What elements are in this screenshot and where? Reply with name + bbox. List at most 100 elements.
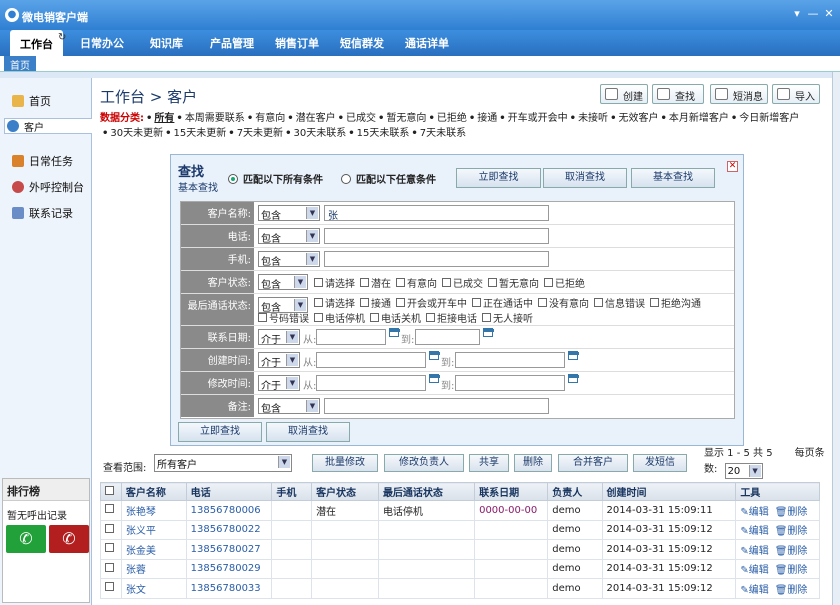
bulk-edit-button[interactable]: 批量修改 xyxy=(312,454,378,472)
filter-checkbox[interactable]: 接通 xyxy=(360,295,391,310)
cancel-search-button[interactable]: 取消查找 xyxy=(543,168,627,188)
sidebar-item-home[interactable]: 首页 xyxy=(4,88,92,114)
status-operator-select[interactable]: 包含 ▼ xyxy=(258,274,308,291)
filter-checkbox[interactable]: 已拒绝 xyxy=(544,275,585,290)
category-item[interactable]: 今日新增客户 xyxy=(739,113,799,124)
column-header[interactable]: 工具 xyxy=(735,482,820,501)
sidebar-item-outbound[interactable]: 外呼控制台 xyxy=(4,174,92,200)
edit-link[interactable]: ✎编辑 xyxy=(740,565,768,576)
category-item[interactable]: 本周需要联系 xyxy=(185,113,245,124)
name-operator-select[interactable]: 包含 ▼ xyxy=(258,205,320,222)
modified-to[interactable] xyxy=(455,375,565,391)
menu-sms[interactable]: 短信群发 xyxy=(340,35,384,51)
mobile-input[interactable] xyxy=(324,251,549,267)
menu-workbench[interactable]: 工作台 xyxy=(10,30,63,57)
category-item[interactable]: 30天未更新 xyxy=(110,128,163,139)
category-item[interactable]: 无效客户 xyxy=(618,113,658,124)
edit-link[interactable]: ✎编辑 xyxy=(740,585,768,596)
hangup-button[interactable]: ✆ xyxy=(49,525,89,553)
filter-checkbox[interactable]: 已成交 xyxy=(442,275,483,290)
search-now-button-bottom[interactable]: 立即查找 xyxy=(178,422,262,442)
name-input[interactable]: 张 xyxy=(324,205,549,222)
row-checkbox[interactable] xyxy=(105,504,114,514)
calendar-icon[interactable] xyxy=(568,351,579,360)
customer-name-link[interactable]: 张金美 xyxy=(120,539,187,560)
calendar-icon[interactable] xyxy=(429,351,440,360)
calendar-icon[interactable] xyxy=(429,374,440,383)
category-item[interactable]: 已成交 xyxy=(346,113,376,124)
filter-checkbox[interactable]: 潜在 xyxy=(360,275,391,290)
table-row[interactable]: 张义平 13856780022 demo 2014-03-31 15:09:12… xyxy=(100,519,820,540)
remark-operator-select[interactable]: 包含 ▼ xyxy=(258,398,320,415)
phone-link[interactable]: 13856780029 xyxy=(185,558,273,579)
sidebar-item-customers[interactable]: 客户 xyxy=(4,118,92,134)
delete-link[interactable]: 🗑删除 xyxy=(775,507,808,518)
mobile-operator-select[interactable]: 包含 ▼ xyxy=(258,251,320,268)
merge-button[interactable]: 合并客户 xyxy=(558,454,628,472)
delete-link[interactable]: 🗑删除 xyxy=(775,585,808,596)
search-now-button[interactable]: 立即查找 xyxy=(456,168,541,188)
category-item[interactable]: 潜在客户 xyxy=(296,113,336,124)
edit-link[interactable]: ✎编辑 xyxy=(740,546,768,557)
minimize-button[interactable]: — xyxy=(806,7,820,20)
phone-link[interactable]: 13856780006 xyxy=(185,500,273,521)
vertical-scrollbar[interactable] xyxy=(832,72,840,605)
basic-search-button[interactable]: 基本查找 xyxy=(631,168,715,188)
filter-checkbox[interactable]: 无人接听 xyxy=(482,310,533,325)
filter-checkbox[interactable]: 暂无意向 xyxy=(488,275,539,290)
filter-checkbox[interactable]: 正在通话中 xyxy=(472,295,533,310)
find-button[interactable]: 查找 xyxy=(652,84,704,104)
category-item[interactable]: 接通 xyxy=(477,113,497,124)
column-header[interactable]: 客户名称 xyxy=(120,482,187,501)
table-row[interactable]: 张金美 13856780027 demo 2014-03-31 15:09:12… xyxy=(100,539,820,560)
match-any-radio[interactable]: 匹配以下任意条件 xyxy=(341,171,436,186)
filter-checkbox[interactable]: 电话关机 xyxy=(370,310,421,325)
tab-home[interactable]: 首页 xyxy=(4,56,36,72)
column-header[interactable]: 联系日期 xyxy=(474,482,549,501)
table-row[interactable]: 张艳琴 13856780006 潜在 电话停机 0000-00-00 demo … xyxy=(100,500,820,521)
menu-office[interactable]: 日常办公 xyxy=(80,35,124,51)
row-checkbox[interactable] xyxy=(105,562,114,572)
message-button[interactable]: 短消息 xyxy=(710,84,768,104)
filter-checkbox[interactable]: 拒绝沟通 xyxy=(650,295,701,310)
category-item[interactable]: 有意向 xyxy=(255,113,285,124)
close-button[interactable]: ✕ xyxy=(822,7,836,20)
phone-link[interactable]: 13856780033 xyxy=(185,578,273,599)
phone-link[interactable]: 13856780027 xyxy=(185,539,273,560)
category-item[interactable]: 30天未联系 xyxy=(293,128,346,139)
delete-button[interactable]: 删除 xyxy=(514,454,552,472)
filter-checkbox[interactable]: 信息错误 xyxy=(594,295,645,310)
share-button[interactable]: 共享 xyxy=(469,454,509,472)
create-button[interactable]: 创建 xyxy=(600,84,648,104)
per-page-select[interactable]: 20 ▼ xyxy=(724,463,763,479)
row-checkbox[interactable] xyxy=(105,543,114,553)
scope-select[interactable]: 所有客户 ▼ xyxy=(154,454,292,472)
basic-search-link[interactable]: 基本查找 xyxy=(178,179,218,194)
category-item[interactable]: 15天未更新 xyxy=(174,128,227,139)
category-item[interactable]: 未接听 xyxy=(578,113,608,124)
contact-date-to[interactable] xyxy=(415,329,480,345)
filter-checkbox[interactable]: 开会或开车中 xyxy=(396,295,467,310)
column-header[interactable]: 最后通话状态 xyxy=(377,482,476,501)
menu-knowledge[interactable]: 知识库 xyxy=(150,35,183,51)
match-all-radio[interactable]: 匹配以下所有条件 xyxy=(228,171,323,186)
column-header[interactable]: 手机 xyxy=(271,482,313,501)
category-item[interactable]: 7天未更新 xyxy=(237,128,283,139)
category-item[interactable]: 开车或开会中 xyxy=(508,113,568,124)
row-checkbox[interactable] xyxy=(105,582,114,592)
phone-input[interactable] xyxy=(324,228,549,244)
sidebar-item-records[interactable]: 联系记录 xyxy=(4,200,92,226)
delete-link[interactable]: 🗑删除 xyxy=(775,546,808,557)
cancel-search-button-bottom[interactable]: 取消查找 xyxy=(266,422,350,442)
customer-name-link[interactable]: 张义平 xyxy=(120,519,187,540)
created-from[interactable] xyxy=(316,352,426,368)
remark-input[interactable] xyxy=(324,398,549,414)
filter-checkbox[interactable]: 拒接电话 xyxy=(426,310,477,325)
send-sms-button[interactable]: 发短信 xyxy=(633,454,687,472)
menu-orders[interactable]: 销售订单 xyxy=(275,35,319,51)
menu-calls[interactable]: 通话详单 xyxy=(405,35,449,51)
phone-operator-select[interactable]: 包含 ▼ xyxy=(258,228,320,245)
modified-operator[interactable]: 介于 ▼ xyxy=(258,375,300,392)
menu-products[interactable]: 产品管理 xyxy=(210,35,254,51)
calendar-icon[interactable] xyxy=(568,374,579,383)
